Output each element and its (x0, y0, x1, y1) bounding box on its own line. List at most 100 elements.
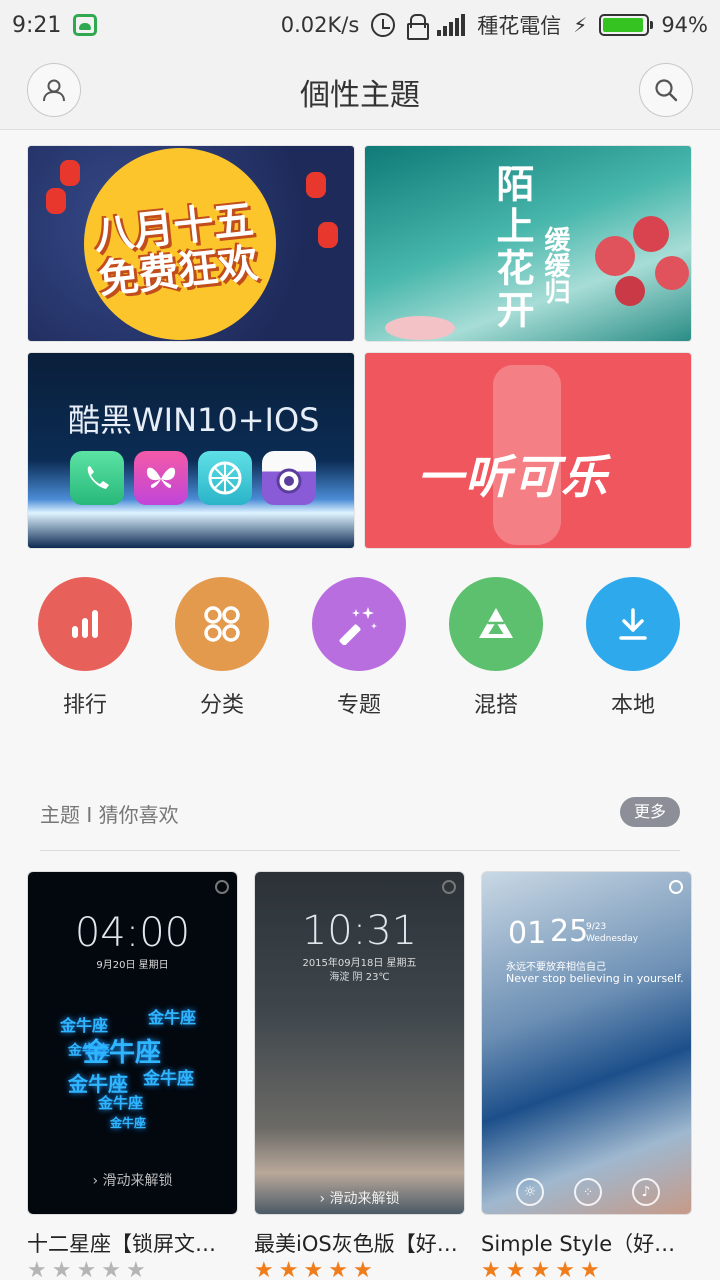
search-icon (655, 79, 678, 102)
page-title: 個性主題 (300, 78, 420, 113)
phone-app-icon (70, 451, 124, 505)
battery-percent: 94% (661, 13, 708, 37)
star-icon: ★ (579, 1258, 605, 1280)
rating-stars: ★★★★★ (27, 1258, 151, 1280)
apps-grid-icon: ⁘ (574, 1178, 602, 1206)
slide-hint: › 滑动来解锁 (92, 1173, 173, 1189)
rating-stars: ★★★★★ (481, 1258, 605, 1280)
star-icon: ★ (530, 1258, 556, 1280)
banner-flowers[interactable]: 陌上花开 缓缓归 (364, 145, 692, 342)
download-icon (619, 608, 647, 640)
lantern-icon (60, 160, 80, 186)
banner-title: 八月十五 免费狂欢 (92, 197, 261, 303)
banner-cola[interactable]: 一听可乐 (364, 352, 692, 549)
flower-graphic (385, 316, 455, 340)
heart-word: 金牛座 (98, 1094, 144, 1112)
banner-mid-autumn[interactable]: 八月十五 免费狂欢 (27, 145, 355, 342)
theme-name[interactable]: 十二星座【锁屏文… (27, 1228, 242, 1258)
theme-card-ios-gray[interactable]: 10:31 2015年09月18日 星期五 海淀 阴 23℃ › 滑动来解锁 (254, 871, 465, 1215)
lemon-app-icon (198, 451, 252, 505)
preview-date: 2015年09月18日 星期五 (302, 958, 417, 969)
star-icon: ★ (27, 1258, 52, 1280)
category-mix[interactable]: 混搭 (449, 577, 543, 719)
star-icon: ★ (254, 1258, 279, 1280)
signal-icon (437, 14, 466, 36)
category-classify[interactable]: 分类 (175, 577, 269, 719)
lantern-icon (306, 172, 326, 198)
star-icon: ★ (303, 1258, 329, 1280)
magic-wand-icon (339, 607, 377, 645)
net-speed: 0.02K/s (280, 13, 360, 37)
brightness-icon: ☼ (516, 1178, 544, 1206)
alarm-icon (371, 13, 396, 37)
preview-weather: 海淀 阴 23℃ (329, 972, 390, 983)
lock-icon (407, 14, 430, 40)
butterfly-app-icon (134, 451, 188, 505)
category-label: 本地 (610, 693, 655, 718)
star-icon: ★ (352, 1258, 378, 1280)
charging-icon: ⚡ (573, 13, 588, 37)
flower-graphic (595, 236, 635, 276)
star-icon: ★ (101, 1258, 126, 1280)
banner-title: 酷黑WIN10+IOS (68, 401, 320, 439)
category-label: 专题 (336, 693, 381, 718)
lantern-icon (318, 222, 338, 248)
theme-card-simple-style[interactable]: 01 25 9/23 Wednesday 永远不要放弃相信自己 Never st… (481, 871, 692, 1215)
lantern-icon (46, 188, 66, 214)
preview-weekday: Wednesday (586, 934, 639, 944)
category-label: 排行 (62, 693, 107, 718)
theme-card-zodiac[interactable]: 04:00 9月20日 星期日 金牛座 金牛座 金牛座 金牛座 金牛座 金牛座 … (27, 871, 238, 1215)
star-icon: ★ (278, 1258, 304, 1280)
settings-dot-icon (669, 880, 683, 894)
star-icon: ★ (51, 1258, 77, 1280)
flower-graphic (633, 216, 669, 252)
slide-hint-text: 滑动来解锁 (102, 1173, 173, 1189)
ranking-icon (72, 610, 98, 638)
theme-name[interactable]: 最美iOS灰色版【好… (254, 1228, 469, 1258)
settings-dot-icon (442, 880, 456, 894)
theme-name[interactable]: Simple Style（好评… (481, 1228, 696, 1258)
category-label: 分类 (199, 693, 244, 718)
star-icon: ★ (555, 1258, 580, 1280)
status-bar: 9:21 0.02K/s 種花電信 ⚡ 94% (0, 0, 720, 50)
preview-date: 9月20日 星期日 (96, 960, 169, 971)
star-icon: ★ (481, 1258, 506, 1280)
divider (40, 850, 680, 851)
category-label: 混搭 (473, 693, 518, 718)
category-local[interactable]: 本地 (586, 577, 680, 719)
slide-hint: › 滑动来解锁 (319, 1191, 400, 1207)
banner-subtitle: 缓缓归 (540, 226, 570, 304)
banner-title: 一听可乐 (417, 450, 609, 504)
preview-clock: 04:00 (74, 910, 191, 956)
mix-icon (479, 608, 513, 638)
rating-stars: ★★★★★ (254, 1258, 378, 1280)
more-button[interactable]: 更多 (620, 797, 680, 827)
slide-hint-text: 滑动来解锁 (329, 1191, 400, 1207)
banner-win10-ios[interactable]: 酷黑WIN10+IOS (27, 352, 355, 549)
banner-title: 陌上花开 (490, 164, 535, 332)
heart-word: 金牛座 (148, 1008, 197, 1027)
heart-word: 金牛座 (110, 1116, 147, 1130)
settings-dot-icon (215, 880, 229, 894)
preview-date: 9/23 (586, 922, 607, 932)
search-button[interactable] (639, 63, 693, 117)
flower-graphic (655, 256, 689, 290)
battery-icon (599, 14, 654, 36)
star-icon: ★ (328, 1258, 353, 1280)
category-topics[interactable]: 专题 (312, 577, 406, 719)
preview-quote-cn: 永远不要放弃相信自己 (506, 962, 606, 973)
section-title: 主题 I 猜你喜欢 (40, 803, 179, 827)
preview-clock-min: 25 (550, 914, 589, 949)
carrier-name: 種花電信 (477, 14, 562, 38)
flower-graphic (615, 276, 645, 306)
music-icon: ♪ (632, 1178, 660, 1206)
status-time: 9:21 (12, 12, 62, 38)
heart-word: 金牛座 (143, 1069, 194, 1089)
category-ranking[interactable]: 排行 (38, 577, 132, 719)
star-icon: ★ (76, 1258, 102, 1280)
star-icon: ★ (505, 1258, 531, 1280)
category-icon (204, 606, 240, 642)
preview-quote-en: Never stop believing in yourself. (506, 972, 684, 985)
camera-app-icon (262, 451, 316, 505)
title-bar: 個性主題 (0, 50, 720, 130)
